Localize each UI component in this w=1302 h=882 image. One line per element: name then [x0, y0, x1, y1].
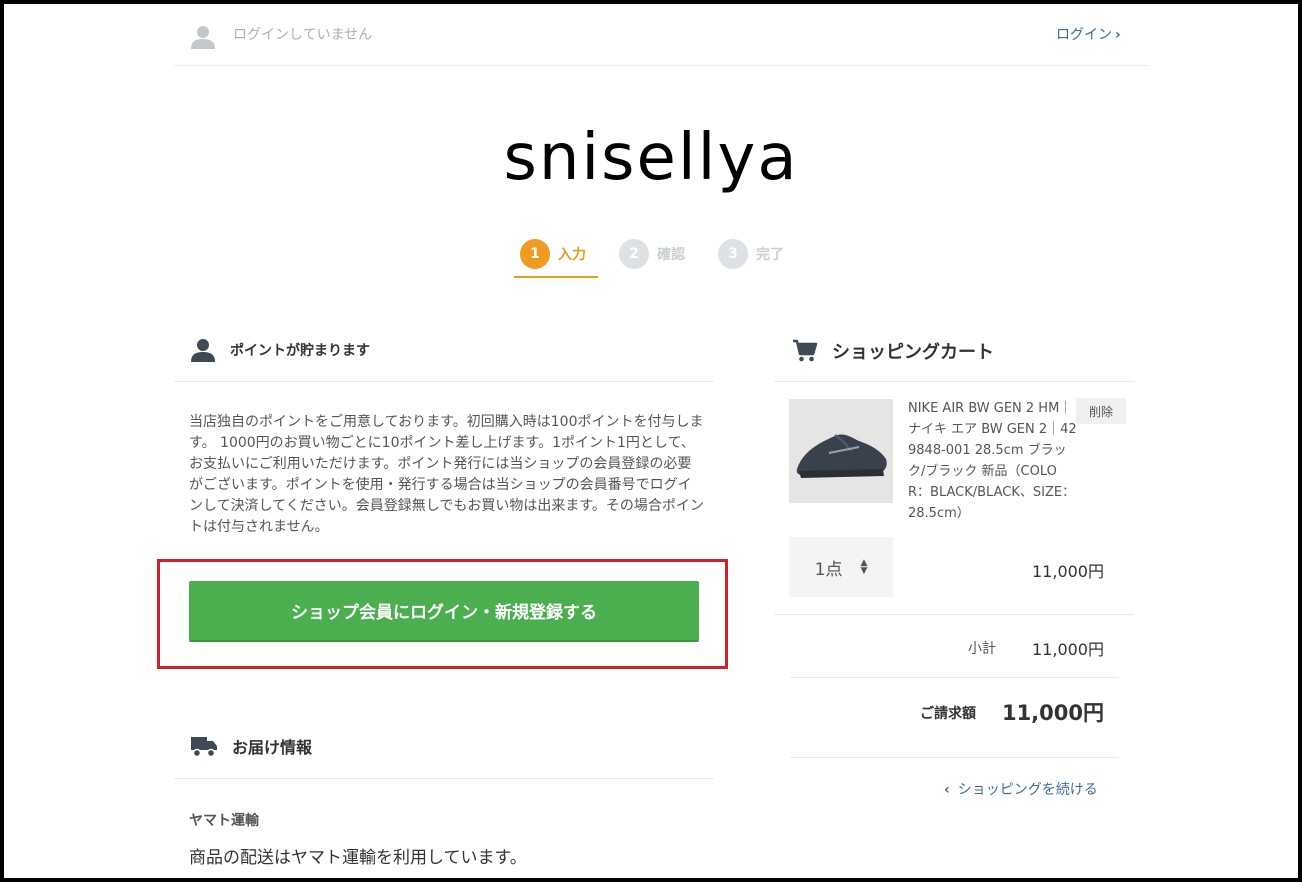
step-label: 確認	[657, 247, 685, 263]
total-label: ご請求額	[920, 706, 976, 722]
item-price: 11,000円	[1032, 562, 1104, 581]
points-section-header: ポイントが貯まります	[190, 337, 370, 363]
user-icon	[191, 26, 215, 49]
total-value: 11,000円	[1001, 701, 1104, 725]
step-number: 1	[520, 239, 550, 269]
step-label: 完了	[756, 247, 784, 263]
chevron-left-icon: ‹	[944, 782, 950, 798]
divider	[174, 778, 714, 779]
step-input: 1 入力	[520, 238, 586, 270]
divider	[174, 381, 714, 382]
truck-icon	[191, 737, 217, 758]
product-image[interactable]	[789, 399, 893, 503]
delivery-description: 商品の配送はヤマト運輸を利用しています。	[189, 848, 527, 868]
divider	[774, 614, 1134, 615]
divider	[790, 757, 1118, 758]
login-status: ログインしていません	[233, 27, 373, 43]
chevron-right-icon: ›	[1115, 27, 1121, 43]
step-complete: 3 完了	[718, 238, 784, 270]
login-link[interactable]: ログイン ›	[1056, 24, 1121, 44]
cart-title: ショッピングカート	[832, 342, 994, 363]
carrier-label: ヤマト運輸	[189, 813, 259, 829]
step-confirm: 2 確認	[619, 238, 685, 270]
delivery-section-header: お届け情報	[190, 734, 312, 758]
up-down-arrows-icon: ▲ ▼	[860, 558, 868, 576]
step-number: 2	[619, 239, 649, 269]
top-divider	[174, 65, 1150, 66]
step-label: 入力	[558, 247, 586, 263]
subtotal-value: 11,000円	[1032, 640, 1104, 659]
cart-icon	[793, 339, 818, 362]
user-icon	[191, 339, 215, 362]
step-number: 3	[718, 239, 748, 269]
product-name[interactable]: NIKE AIR BW GEN 2 HM｜ナイキ エア BW GEN 2｜429…	[908, 398, 1078, 524]
shop-name: snisellya	[503, 121, 799, 195]
quantity-selector[interactable]: 1点 ▲ ▼	[789, 537, 893, 597]
continue-shopping-link[interactable]: ‹ ショッピングを続ける	[944, 779, 1098, 799]
shoe-image-icon	[789, 399, 893, 503]
delete-button[interactable]: 削除	[1076, 398, 1126, 424]
quantity-value: 1点	[814, 559, 843, 580]
divider	[790, 677, 1118, 678]
cart-section-header: ショッピングカート	[792, 338, 994, 364]
continue-shopping-label: ショッピングを続ける	[957, 782, 1098, 798]
login-register-button[interactable]: ショップ会員にログイン・新規登録する	[189, 581, 699, 640]
delivery-title: お届け情報	[232, 738, 313, 757]
active-step-indicator	[514, 276, 598, 278]
points-description: 当店独自のポイントをご用意しております。初回購入時は100ポイントを付与します。…	[189, 414, 704, 535]
login-link-label: ログイン	[1056, 27, 1112, 43]
points-title: ポイントが貯まります	[230, 343, 370, 359]
divider	[774, 381, 1134, 382]
